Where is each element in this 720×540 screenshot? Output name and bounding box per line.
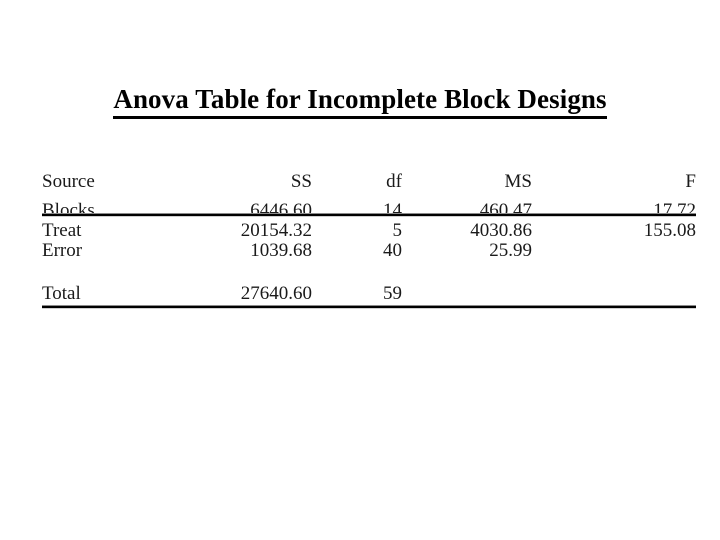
cell-total-source: Total	[42, 283, 81, 304]
slide-canvas: Anova Table for Incomplete Block Designs…	[0, 0, 720, 540]
column-header-ms: MS	[504, 171, 532, 192]
cell-f: 155.08	[643, 220, 696, 241]
table-footer: Total 27640.60 59	[42, 271, 696, 303]
cell-f	[532, 240, 696, 271]
cell-total-df: 59	[383, 283, 402, 304]
table-header: Source SS df MS F	[42, 172, 696, 191]
title-block: Anova Table for Incomplete Block Designs	[0, 84, 720, 119]
cell-df: 5	[392, 220, 403, 241]
table-rule-top	[42, 213, 696, 217]
table-body: Blocks 6446.60 14 460.47 17.72 Treat 201…	[42, 191, 696, 271]
column-header-df: df	[386, 171, 402, 192]
cell-source: Treat	[42, 220, 82, 241]
table-row: Treat 20154.32 5 4030.86 155.08	[42, 220, 696, 240]
table-row: Error 1039.68 40 25.99	[42, 240, 696, 271]
anova-table-container: Source SS df MS F Blocks 6446.60 14 460.…	[42, 172, 696, 309]
column-header-f: F	[685, 171, 696, 192]
table-rule-bottom	[42, 305, 696, 309]
table-total-row: Total 27640.60 59	[42, 271, 696, 303]
cell-total-ss: 27640.60	[240, 283, 312, 304]
cell-df: 40	[383, 240, 402, 261]
cell-ss: 1039.68	[250, 240, 312, 261]
cell-ss: 20154.32	[240, 220, 312, 241]
column-header-source: Source	[42, 171, 95, 192]
cell-ms: 4030.86	[470, 220, 532, 241]
column-header-ss: SS	[290, 171, 312, 192]
cell-total-ms	[402, 271, 532, 303]
page-title: Anova Table for Incomplete Block Designs	[113, 84, 607, 119]
cell-source: Error	[42, 240, 83, 261]
anova-table: Source SS df MS F Blocks 6446.60 14 460.…	[42, 172, 696, 303]
table-header-row: Source SS df MS F	[42, 172, 696, 191]
cell-total-f	[532, 271, 696, 303]
cell-ms: 25.99	[489, 240, 532, 261]
